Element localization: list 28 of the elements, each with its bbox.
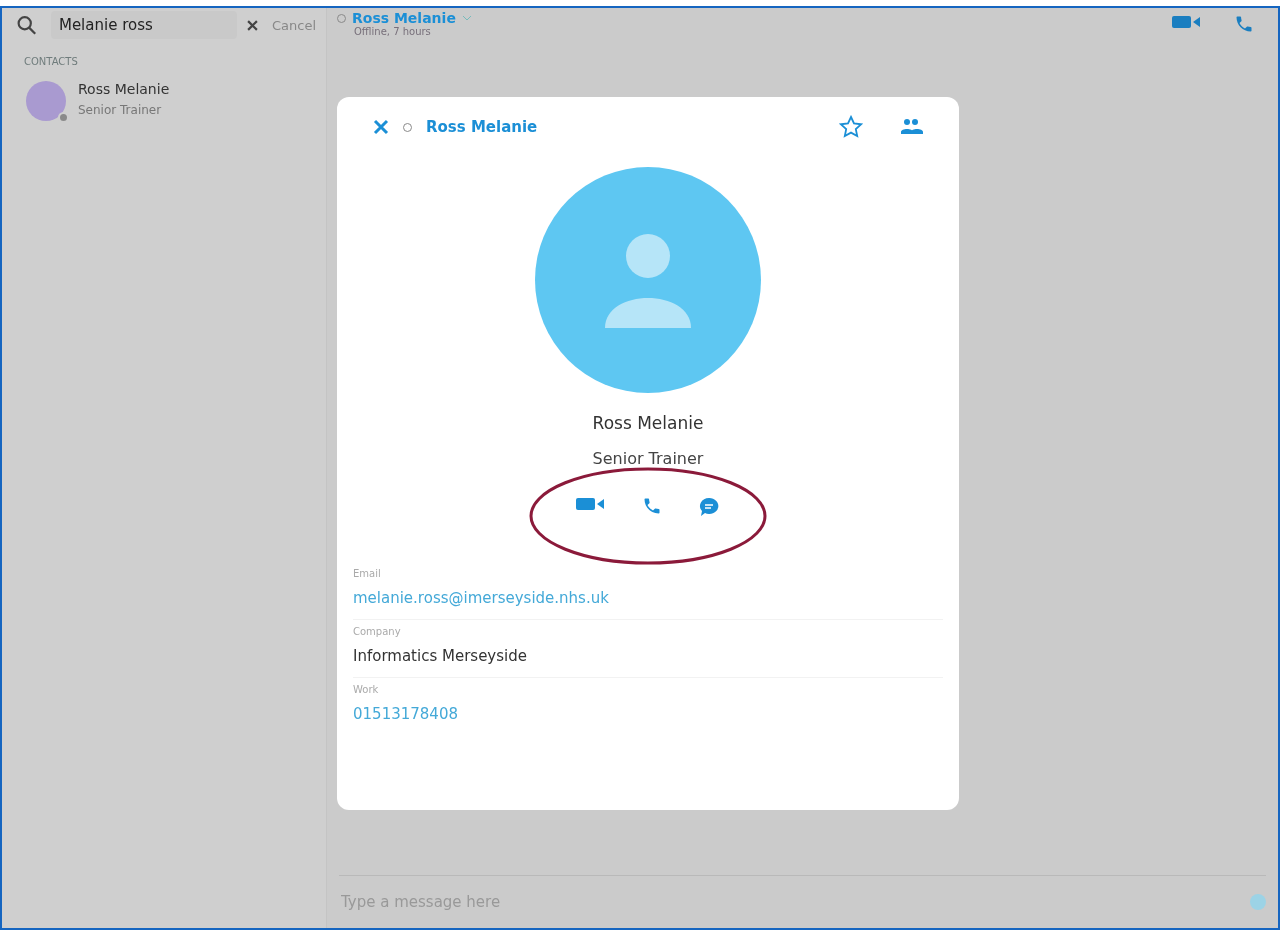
cancel-link[interactable]: Cancel <box>271 17 316 33</box>
profile-role: Senior Trainer <box>591 449 705 468</box>
field-label: Work <box>353 684 380 695</box>
contact-avatar[interactable] <box>26 81 66 121</box>
contact-title: Senior Trainer <box>78 103 163 117</box>
field-link[interactable]: melanie.ross@imerseyside.nhs.uk <box>353 589 943 607</box>
chat-icon[interactable] <box>698 496 720 518</box>
field-label: Email <box>353 568 382 579</box>
clear-icon[interactable] <box>246 19 258 31</box>
status-text: Offline, 7 hours <box>353 26 432 37</box>
profile-title: Ross Melanie <box>426 118 538 136</box>
video-icon <box>1172 14 1202 30</box>
add-contact-icon[interactable] <box>901 118 923 136</box>
field-link[interactable]: 01513178408 <box>353 705 943 723</box>
section-heading: CONTACTS <box>23 55 79 67</box>
chat-title[interactable]: Ross Melanie <box>352 10 456 26</box>
field-label: Company <box>353 626 402 637</box>
search-icon <box>16 14 37 36</box>
contact-name[interactable]: Ross Melanie <box>78 81 170 97</box>
field-value: Informatics Merseyside <box>353 647 528 665</box>
search-field[interactable]: Melanie ross <box>50 11 237 39</box>
close-icon[interactable] <box>373 119 389 135</box>
person-icon <box>603 232 693 328</box>
phone-icon <box>642 496 662 516</box>
phone-icon <box>1234 14 1254 34</box>
video-call-icon <box>576 496 606 512</box>
star-icon[interactable] <box>839 115 863 139</box>
profile-name: Ross Melanie <box>591 413 705 433</box>
